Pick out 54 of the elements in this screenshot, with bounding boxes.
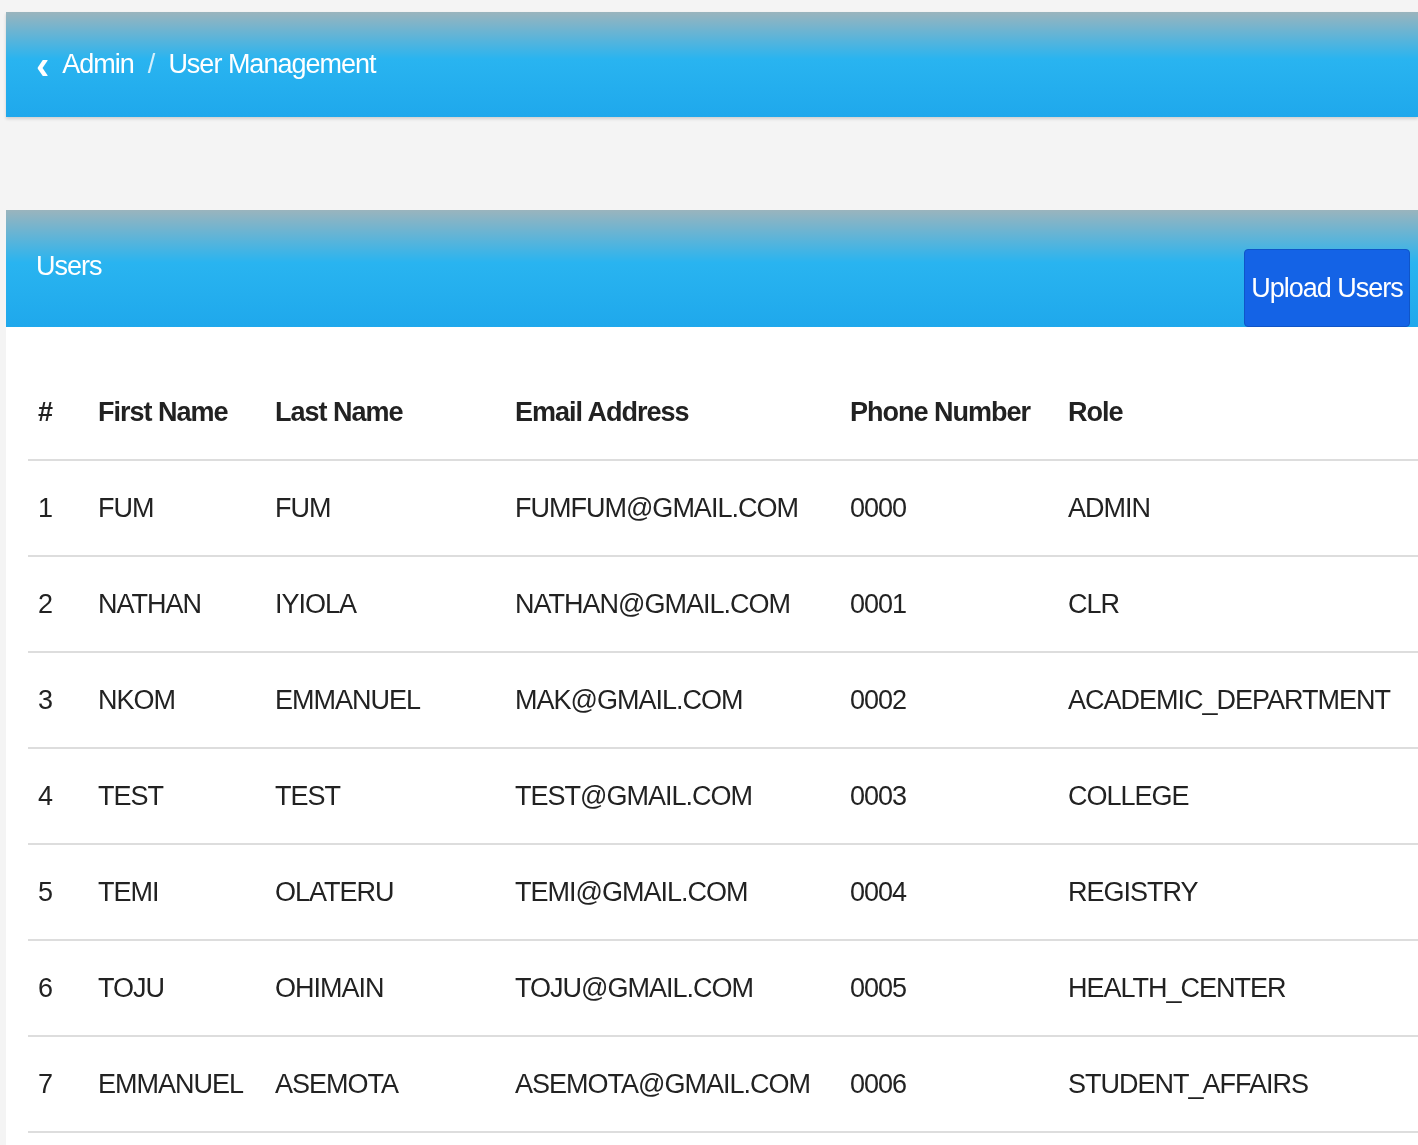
column-header: # <box>38 396 53 427</box>
table-cell: COLLEGE <box>1068 780 1189 811</box>
table-cell: FUM <box>275 492 331 523</box>
breadcrumb-separator: / <box>147 48 155 82</box>
table-cell: HEALTH_CENTER <box>1068 972 1286 1003</box>
table-cell: NATHAN@GMAIL.COM <box>515 588 790 619</box>
table-cell: EMMANUEL <box>275 684 421 715</box>
column-header: Phone Number <box>850 396 1031 427</box>
table-cell: 5 <box>38 876 53 907</box>
back-icon[interactable]: ‹ <box>36 44 49 85</box>
table-cell: 3 <box>38 684 53 715</box>
table-cell: NATHAN <box>98 588 201 619</box>
table-cell: TEMI <box>98 876 159 907</box>
column-header: Email Address <box>515 396 689 427</box>
table-cell: FUM <box>98 492 154 523</box>
card-title: Users <box>36 250 102 283</box>
table-cell: 0002 <box>850 684 907 715</box>
table-cell: CLR <box>1068 588 1119 619</box>
table-cell: 0001 <box>850 588 907 619</box>
table-cell: ACADEMIC_DEPARTMENT <box>1068 684 1391 715</box>
table-cell: OHIMAIN <box>275 972 384 1003</box>
breadcrumb-item[interactable]: Admin <box>62 44 134 85</box>
table-cell: 0006 <box>850 1068 907 1099</box>
table-cell: TEMI@GMAIL.COM <box>515 876 748 907</box>
table-cell: 0000 <box>850 492 907 523</box>
table-cell: IYIOLA <box>275 588 357 619</box>
upload-button[interactable]: Upload Users <box>1244 249 1410 327</box>
table-cell: OLATERU <box>275 876 394 907</box>
table-cell: 7 <box>38 1068 53 1099</box>
table-cell: ADMIN <box>1068 492 1150 523</box>
table-cell: ASEMOTA <box>275 1068 399 1099</box>
table-cell: EMMANUEL <box>98 1068 244 1099</box>
table-cell: 4 <box>38 780 53 811</box>
column-header: Last Name <box>275 396 403 427</box>
table-cell: 1 <box>38 492 53 523</box>
column-header: First Name <box>98 396 228 427</box>
table-cell: TEST <box>275 780 340 811</box>
column-header: Role <box>1068 396 1123 427</box>
table-cell: 0005 <box>850 972 907 1003</box>
table-cell: TOJU <box>98 972 164 1003</box>
table-cell: MAK@GMAIL.COM <box>515 684 743 715</box>
table-cell: TOJU@GMAIL.COM <box>515 972 753 1003</box>
breadcrumb-item: User Management <box>168 48 376 82</box>
table-cell: TEST <box>98 780 163 811</box>
table-cell: NKOM <box>98 684 175 715</box>
table-cell: 6 <box>38 972 53 1003</box>
table-cell: 0004 <box>850 876 907 907</box>
table-cell: 2 <box>38 588 53 619</box>
table-cell: FUMFUM@GMAIL.COM <box>515 492 798 523</box>
table-cell: ASEMOTA@GMAIL.COM <box>515 1068 810 1099</box>
table-cell: REGISTRY <box>1068 876 1198 907</box>
table-cell: STUDENT_AFFAIRS <box>1068 1068 1309 1099</box>
table-cell: TEST@GMAIL.COM <box>515 780 752 811</box>
table-cell: 0003 <box>850 780 907 811</box>
